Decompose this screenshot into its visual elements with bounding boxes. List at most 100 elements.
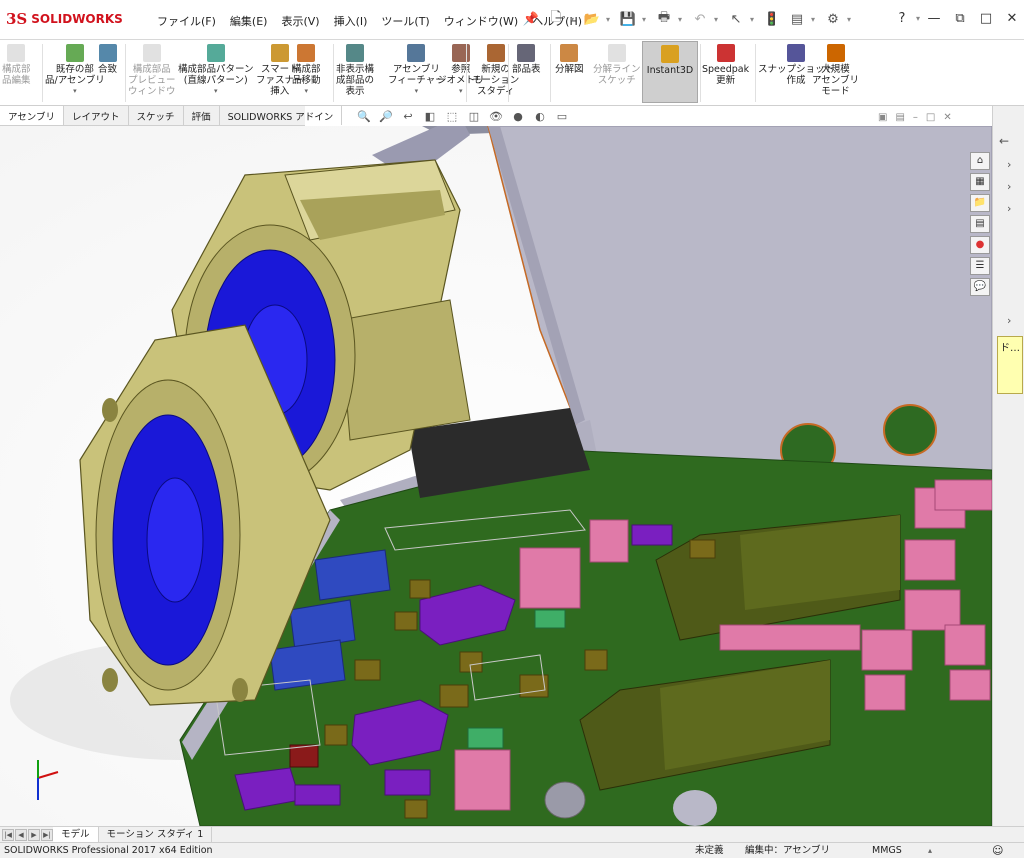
dropdown-arrow-icon[interactable]: ▾	[73, 86, 77, 97]
hide-show-icon[interactable]: 👁	[488, 110, 504, 124]
close-button[interactable]: ✕	[1000, 6, 1024, 30]
menu-tools[interactable]: ツール(T)	[374, 13, 436, 29]
help-icon[interactable]: ?	[890, 6, 914, 30]
3d-content-icon[interactable]: ▦	[970, 173, 990, 191]
forum-icon[interactable]: 💬	[970, 278, 990, 296]
expand-chevron-3-icon[interactable]: ›	[1007, 202, 1011, 215]
display-style-icon[interactable]: ◫	[466, 110, 482, 124]
new-document-icon[interactable]: 🗋	[545, 8, 567, 30]
menu-insert[interactable]: 挿入(I)	[327, 13, 375, 29]
ribbon-button-14[interactable]: Instant3D	[642, 41, 698, 103]
tab-addins[interactable]: SOLIDWORKS アドイン	[220, 106, 343, 125]
menu-edit[interactable]: 編集(E)	[223, 13, 275, 29]
ribbon-button-1[interactable]: 既存の部 品/アセンブリ ▾	[45, 44, 105, 97]
ds-logo-mark: 3S	[6, 10, 28, 28]
menu-window[interactable]: ウィンドウ(W)	[437, 13, 525, 29]
maximize-button[interactable]: □	[974, 6, 998, 30]
minimize-button[interactable]: —	[922, 6, 946, 30]
viewport-minimize-icon[interactable]: –	[913, 112, 918, 123]
tab-model[interactable]: モデル	[53, 826, 99, 843]
collapse-arrow-icon[interactable]: ←	[999, 134, 1009, 148]
tab-motion-study[interactable]: モーション スタディ 1	[99, 826, 213, 843]
ribbon-button-12[interactable]: 分解図	[555, 44, 584, 75]
select-icon[interactable]: ↖	[725, 8, 747, 30]
undo-icon[interactable]: ↶	[689, 8, 711, 30]
section-view-icon[interactable]: ◧	[422, 110, 438, 124]
design-library-icon[interactable]: 📁	[970, 194, 990, 212]
tab-assembly[interactable]: アセンブリ	[0, 106, 65, 125]
options-dropdown-icon[interactable]: ▾	[847, 15, 855, 24]
view-orientation-icon[interactable]: ⬚	[444, 110, 460, 124]
solidworks-logo[interactable]: 3S SOLIDWORKS	[6, 10, 123, 28]
rebuild-icon[interactable]: 🚦	[761, 8, 783, 30]
file-explorer-icon[interactable]: ▤	[970, 215, 990, 233]
save-icon[interactable]: 💾	[617, 8, 639, 30]
status-editing: 編集中：アセンブリ	[745, 845, 831, 856]
viewport-maximize-icon[interactable]: □	[926, 112, 935, 123]
help-dropdown-icon[interactable]: ▾	[916, 14, 920, 23]
appearances-icon[interactable]: ●	[970, 236, 990, 254]
previous-view-icon[interactable]: ↩	[400, 110, 416, 124]
units-dropdown-icon[interactable]: ▴	[928, 843, 932, 858]
menu-view[interactable]: 表示(V)	[274, 13, 326, 29]
new-dropdown-icon[interactable]: ▾	[570, 15, 578, 24]
undo-dropdown-icon[interactable]: ▾	[714, 15, 722, 24]
ribbon-button-6[interactable]: 構成部 品移動 ▾	[292, 44, 321, 97]
dropdown-arrow-icon[interactable]: ▾	[305, 86, 309, 97]
ribbon-button-17[interactable]: 大規模 アセンブリ モード	[812, 44, 859, 97]
dropdown-arrow-icon[interactable]: ▾	[459, 86, 463, 97]
ribbon-button-7[interactable]: 非表示構 成部品の 表示	[336, 44, 374, 97]
scene-icon[interactable]: ◐	[532, 110, 548, 124]
zoom-area-icon[interactable]: 🔎	[378, 110, 394, 124]
status-definition: 未定義	[695, 845, 724, 856]
ribbon-button-label: 構成部品パターン (直線パターン)	[178, 64, 254, 86]
sticky-note[interactable]: ド…	[997, 336, 1023, 394]
open-icon[interactable]: 📂	[581, 8, 603, 30]
tab-sketch[interactable]: スケッチ	[129, 106, 184, 125]
properties-dropdown-icon[interactable]: ▾	[811, 15, 819, 24]
tab-evaluate[interactable]: 評価	[184, 106, 220, 125]
status-units[interactable]: MMGS	[872, 843, 902, 858]
next-tab-icon[interactable]: ▶	[28, 828, 40, 841]
file-properties-icon[interactable]: ▤	[786, 8, 808, 30]
expand-chevron-2-icon[interactable]: ›	[1007, 180, 1011, 193]
feedback-icon[interactable]: ☺	[992, 843, 1003, 858]
custom-properties-icon[interactable]: ☰	[970, 257, 990, 275]
print-dropdown-icon[interactable]: ▾	[678, 15, 686, 24]
ribbon-button-3[interactable]: 構成部品 プレビュー ウィンドウ	[128, 44, 176, 97]
print-icon[interactable]: 🖶	[653, 8, 675, 30]
ribbon-button-label: Speedpak 更新	[702, 64, 750, 86]
options-gear-icon[interactable]: ⚙	[822, 8, 844, 30]
edit-appearance-icon[interactable]: ●	[510, 110, 526, 124]
ribbon-button-15[interactable]: Speedpak 更新	[702, 44, 749, 86]
ribbon-button-2[interactable]: 合致	[98, 44, 117, 75]
restore-button[interactable]: ⧉	[948, 6, 972, 30]
save-dropdown-icon[interactable]: ▾	[642, 15, 650, 24]
graphics-area[interactable]	[0, 126, 992, 826]
viewport-restore-icon[interactable]: ▣	[878, 112, 887, 123]
viewport-close-icon[interactable]: ✕	[943, 112, 951, 123]
menu-file[interactable]: ファイル(F)	[150, 13, 223, 29]
first-tab-icon[interactable]: |◀	[2, 828, 14, 841]
pin-icon[interactable]: 📌	[520, 8, 542, 30]
prev-tab-icon[interactable]: ◀	[15, 828, 27, 841]
last-tab-icon[interactable]: ▶|	[41, 828, 53, 841]
dropdown-arrow-icon[interactable]: ▾	[415, 86, 419, 97]
zoom-to-fit-icon[interactable]: 🔍	[356, 110, 372, 124]
solidworks-window: 3S SOLIDWORKS ファイル(F) 編集(E) 表示(V) 挿入(I) …	[0, 0, 1024, 858]
select-dropdown-icon[interactable]: ▾	[750, 15, 758, 24]
home-icon[interactable]: ⌂	[970, 152, 990, 170]
ribbon-button-4[interactable]: 構成部品パターン (直線パターン) ▾	[178, 44, 254, 97]
tab-layout[interactable]: レイアウト	[64, 106, 129, 125]
ribbon-button-11[interactable]: 部品表	[512, 44, 541, 75]
window-controls: ? ▾ — ⧉ □ ✕	[890, 6, 1024, 30]
linear-pattern-icon	[206, 44, 225, 62]
ribbon-button-0[interactable]: 構成部 品編集	[2, 44, 31, 86]
dropdown-arrow-icon[interactable]: ▾	[214, 86, 218, 97]
viewport-tile-icon[interactable]: ▤	[895, 112, 904, 123]
expand-chevron-icon[interactable]: ›	[1007, 158, 1011, 171]
expand-chevron-4-icon[interactable]: ›	[1007, 314, 1011, 327]
open-dropdown-icon[interactable]: ▾	[606, 15, 614, 24]
ribbon-button-13[interactable]: 分解ライン スケッチ	[593, 44, 641, 86]
view-settings-icon[interactable]: ▭	[554, 110, 570, 124]
